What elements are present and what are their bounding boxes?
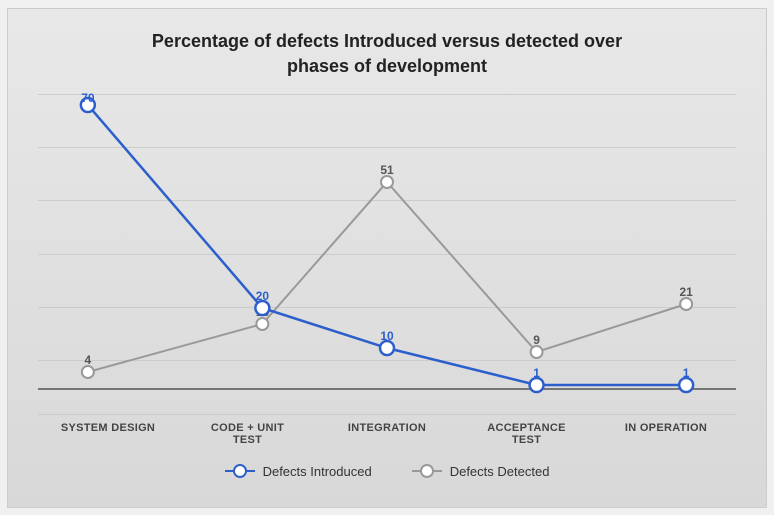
- svg-text:20: 20: [256, 289, 270, 303]
- svg-text:1: 1: [533, 366, 540, 380]
- svg-text:9: 9: [533, 333, 540, 347]
- legend-line-gray: [412, 470, 442, 472]
- x-label-code-unit-test: CODE + UNIT TEST: [198, 422, 298, 446]
- grid-line: [38, 414, 736, 415]
- svg-text:10: 10: [380, 329, 394, 343]
- title-line2: phases of development: [287, 56, 487, 76]
- x-labels: SYSTEM DESIGN CODE + UNIT TEST INTEGRATI…: [38, 422, 736, 446]
- x-label-integration: INTEGRATION: [337, 422, 437, 446]
- legend-label-detected: Defects Detected: [450, 464, 550, 479]
- chart-container: Percentage of defects Introduced versus …: [7, 8, 767, 508]
- legend-introduced: Defects Introduced: [225, 464, 372, 479]
- svg-text:70: 70: [81, 91, 95, 105]
- chart-area: 4 16 51 9 21 70 20 10 1 1: [38, 94, 736, 414]
- svg-text:21: 21: [679, 285, 693, 299]
- svg-text:1: 1: [683, 366, 690, 380]
- x-label-acceptance-test: ACCEPTANCE TEST: [477, 422, 577, 446]
- legend-label-introduced: Defects Introduced: [263, 464, 372, 479]
- chart-legend: Defects Introduced Defects Detected: [38, 464, 736, 479]
- x-label-system-design: SYSTEM DESIGN: [58, 422, 158, 446]
- chart-svg: 4 16 51 9 21 70 20 10 1 1: [38, 94, 736, 414]
- chart-title: Percentage of defects Introduced versus …: [38, 29, 736, 79]
- svg-text:51: 51: [380, 163, 394, 177]
- legend-line-blue: [225, 470, 255, 472]
- x-label-in-operation: IN OPERATION: [616, 422, 716, 446]
- legend-detected: Defects Detected: [412, 464, 550, 479]
- svg-text:4: 4: [85, 353, 92, 367]
- title-line1: Percentage of defects Introduced versus …: [152, 31, 622, 51]
